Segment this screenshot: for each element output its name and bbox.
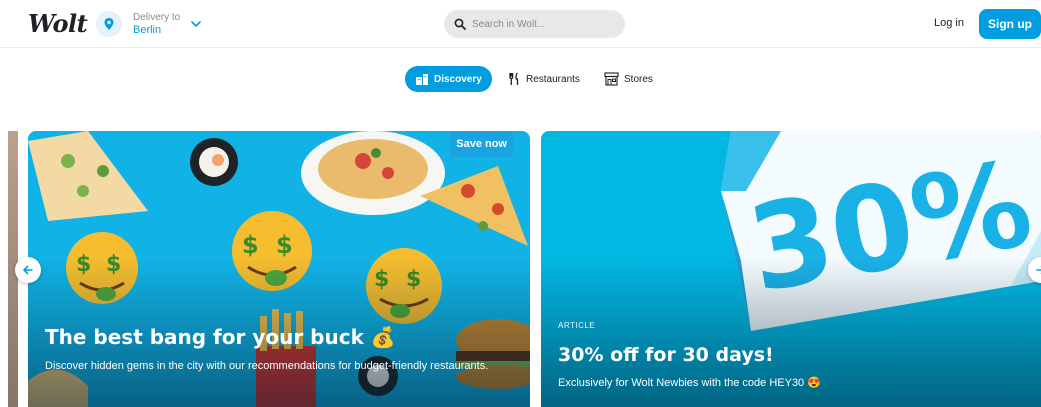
search-icon: [454, 18, 466, 30]
tab-stores[interactable]: Stores: [604, 66, 653, 92]
promo-card-newbies[interactable]: 30% ARTICLE 30% off for 30 days! Exclusi…: [541, 131, 1041, 407]
article-eyebrow: ARTICLE: [558, 321, 596, 330]
save-now-badge: Save now: [450, 131, 513, 157]
delivery-label: Delivery to: [133, 12, 181, 23]
store-icon: [604, 72, 619, 86]
card-description: Exclusively for Wolt Newbies with the co…: [558, 377, 821, 389]
promo-card-budget[interactable]: $ $ $ $ $ $ Save now The best bang for y…: [28, 131, 530, 407]
arrow-right-icon: [1036, 265, 1041, 275]
card-title: The best bang for your buck 💰: [45, 325, 396, 349]
carousel-prev-button[interactable]: [15, 257, 41, 283]
building-icon: [416, 73, 428, 85]
card-title: 30% off for 30 days!: [558, 344, 774, 366]
tab-label: Stores: [624, 73, 653, 85]
svg-text:$: $: [242, 231, 259, 259]
top-header: Wolt Delivery to Berlin Search in Wolt..…: [0, 0, 1041, 48]
search-input[interactable]: Search in Wolt...: [444, 10, 625, 38]
svg-text:$: $: [276, 231, 293, 259]
arrow-left-icon: [22, 265, 33, 275]
tab-label: Restaurants: [526, 73, 580, 85]
signup-button[interactable]: Sign up: [979, 9, 1041, 39]
search-placeholder: Search in Wolt...: [472, 18, 546, 30]
tab-discovery[interactable]: Discovery: [405, 66, 492, 92]
tab-label: Discovery: [434, 73, 482, 85]
wolt-logo[interactable]: Wolt: [28, 9, 88, 38]
login-button[interactable]: Log in: [934, 17, 964, 29]
card-description: Discover hidden gems in the city with ou…: [45, 360, 489, 372]
delivery-location[interactable]: Delivery to Berlin: [133, 11, 180, 37]
delivery-city: Berlin: [133, 24, 162, 36]
chevron-down-icon[interactable]: [190, 16, 202, 34]
tab-restaurants[interactable]: Restaurants: [508, 66, 580, 92]
fork-knife-icon: [509, 72, 519, 85]
category-tabs: Discovery Restaurants Stores: [0, 66, 1041, 92]
location-pin-icon[interactable]: [96, 11, 122, 37]
